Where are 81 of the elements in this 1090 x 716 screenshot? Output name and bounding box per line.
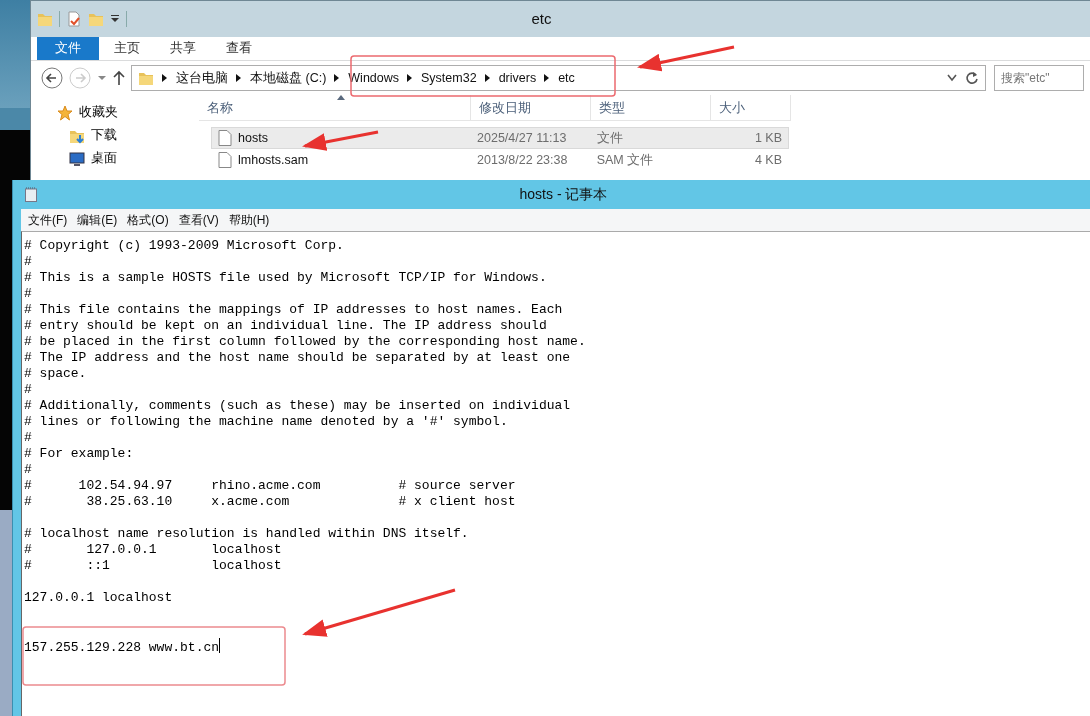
ribbon-tab[interactable]: 查看	[211, 37, 267, 60]
file-row[interactable]: hosts 2025/4/27 11:13 文件 1 KB	[211, 127, 789, 149]
text-line: #	[24, 286, 33, 302]
monitor-icon	[69, 150, 85, 167]
folder-icon	[37, 11, 53, 27]
window-title: etc	[530, 8, 553, 29]
back-icon	[41, 67, 63, 89]
window-title: hosts - 记事本	[518, 185, 609, 204]
file-type: 文件	[595, 129, 624, 147]
breadcrumb-item[interactable]: 这台电脑	[176, 68, 228, 88]
document-check-icon[interactable]	[66, 11, 82, 27]
text-line: #	[24, 462, 33, 478]
text-line: # Additionally, comments (such as these) may be inserted on individual	[24, 398, 572, 414]
file-date: 2025/4/27 11:13	[476, 129, 568, 147]
ribbon-tab[interactable]: 主页	[99, 37, 155, 60]
breadcrumb-item[interactable]: drivers	[498, 68, 537, 88]
text-line: # 38.25.63.10 x.acme.com # x client host	[24, 494, 517, 510]
sort-arrow-icon	[337, 95, 345, 100]
breadcrumb-item[interactable]: etc	[558, 68, 575, 88]
chevron-right-icon	[236, 74, 242, 82]
text-cursor	[219, 638, 221, 653]
text-line: # entry should be kept on an individual line. The IP address should	[24, 318, 548, 334]
text-line: #	[24, 382, 33, 398]
refresh-icon[interactable]	[965, 71, 979, 85]
menu-item[interactable]: 帮助(H)	[225, 211, 273, 229]
chevron-right-icon	[407, 74, 414, 82]
text-line: # lines or following the machine name denoted by a '#' symbol.	[24, 414, 509, 430]
forward-icon	[69, 67, 91, 89]
text-line: #	[24, 254, 33, 270]
text-line: # The IP address and the host name should be separated by at least one	[24, 350, 572, 366]
text-line: # ::1 localhost	[24, 558, 283, 574]
column-header[interactable]: 修改日期	[471, 95, 591, 120]
notepad-icon	[25, 187, 37, 202]
dropdown-icon[interactable]	[110, 14, 120, 24]
file-date: 2013/8/22 23:38	[476, 151, 569, 169]
text-line: # This is a sample HOSTS file used by Microsoft TCP/IP for Windows.	[24, 270, 548, 286]
chevron-right-icon	[162, 74, 168, 82]
text-line: # 127.0.0.1 localhost	[24, 542, 283, 558]
nav-item[interactable]: 桌面	[57, 149, 199, 168]
up-arrow-icon[interactable]	[113, 70, 125, 86]
text-line: 127.0.0.1 localhost	[24, 590, 174, 606]
chevron-right-icon	[484, 74, 491, 82]
nav-item[interactable]: 收藏夹	[57, 103, 199, 122]
column-header[interactable]: 类型	[591, 95, 711, 120]
menu-item[interactable]: 文件(F)	[25, 211, 71, 229]
back-button[interactable]	[41, 67, 63, 89]
text-line: # space.	[24, 366, 88, 382]
breadcrumb-item[interactable]: System32	[421, 68, 477, 88]
file-icon	[218, 152, 232, 168]
breadcrumb-item[interactable]: Windows	[348, 68, 400, 88]
star-icon	[57, 104, 73, 121]
nav-item[interactable]: 下载	[57, 126, 199, 145]
ribbon-tab[interactable]: 共享	[155, 37, 211, 60]
text-line: # This file contains the mappings of IP addresses to host names. Each	[24, 302, 564, 318]
menu-item[interactable]: 格式(O)	[124, 211, 172, 229]
menu-item[interactable]: 编辑(E)	[74, 211, 121, 229]
text-line: #	[24, 430, 33, 446]
text-line: # be placed in the first column followed by the corresponding host name.	[24, 334, 587, 350]
text-line: # localhost name resolution is handled within DNS itself.	[24, 526, 470, 542]
text-line: 157.255.129.228 www.bt.cn	[24, 640, 220, 655]
text-editor[interactable]	[21, 231, 1090, 716]
file-row[interactable]: lmhosts.sam 2013/8/22 23:38 SAM 文件 4 KB	[211, 149, 789, 171]
file-type: SAM 文件	[595, 151, 655, 169]
search-field[interactable]: 搜索"etc"	[994, 65, 1084, 91]
text-line: # Copyright (c) 1993-2009 Microsoft Corp.	[24, 238, 345, 254]
file-size: 1 KB	[753, 129, 783, 147]
file-icon	[218, 130, 232, 146]
breadcrumb-item[interactable]: 本地磁盘 (C:)	[250, 68, 327, 88]
chevron-down-icon[interactable]	[947, 74, 957, 82]
text-line: # 102.54.94.97 rhino.acme.com # source server	[24, 478, 517, 494]
folder-icon	[138, 70, 154, 86]
chevron-right-icon	[334, 74, 341, 82]
file-name: lmhosts.sam	[238, 151, 309, 169]
text-line: # For example:	[24, 446, 135, 462]
file-name: hosts	[238, 129, 268, 147]
address-bar[interactable]: 这台电脑 本地磁盘 (C:) Windows System32 drivers etc	[131, 65, 986, 91]
file-size: 4 KB	[753, 151, 783, 169]
menu-item[interactable]: 查看(V)	[175, 211, 222, 229]
chevron-right-icon	[544, 74, 551, 82]
ribbon-tab[interactable]: 文件	[37, 37, 99, 60]
column-header[interactable]: 大小	[711, 95, 791, 120]
